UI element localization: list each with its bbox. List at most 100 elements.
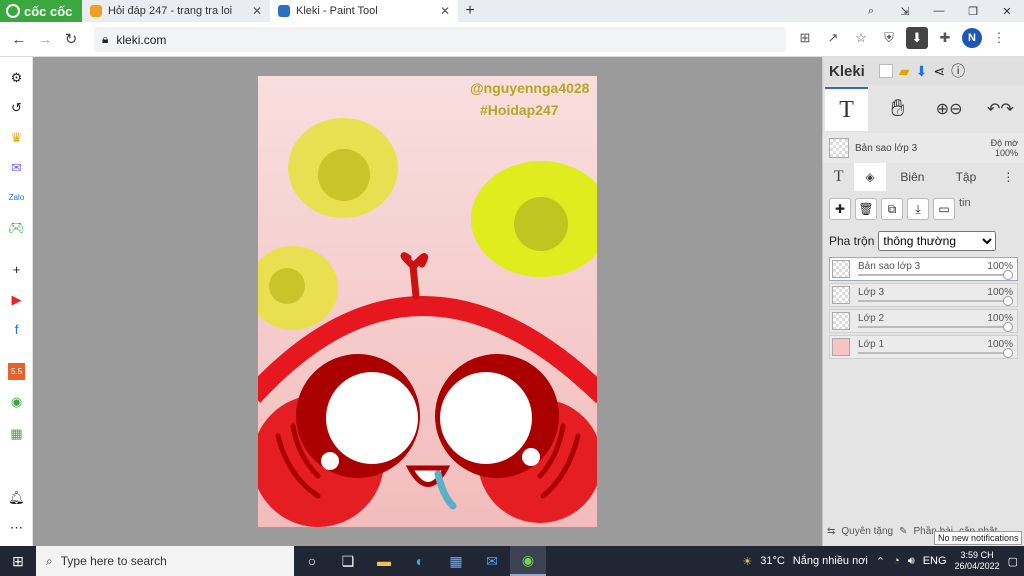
tab-file[interactable]: Tập — [939, 163, 992, 191]
new-tab-button[interactable]: + — [458, 0, 482, 22]
extensions-icon[interactable]: ✚ — [934, 27, 956, 49]
zoom-in-icon[interactable]: ⊕ — [936, 99, 949, 119]
bookmark-star-icon[interactable]: ☆ — [850, 27, 872, 49]
settings-gear-icon[interactable]: ⚙ — [8, 69, 25, 86]
layer-opacity-slider[interactable] — [858, 300, 1011, 302]
restore-icon[interactable]: ❐ — [956, 0, 990, 22]
rename-layer-icon[interactable]: ▭ — [933, 198, 955, 220]
crown-icon[interactable]: ♛ — [8, 129, 25, 146]
minimize-icon[interactable]: — — [922, 0, 956, 22]
close-tab-icon[interactable]: ✕ — [440, 4, 450, 18]
history-button[interactable]: ↶ ↷ — [979, 87, 1022, 131]
eye-left-sparkle — [321, 452, 339, 470]
layer-item[interactable]: Lớp 2 100% — [829, 309, 1018, 333]
zoom-out-icon[interactable]: ⊖ — [949, 99, 962, 119]
search-icon: ⌕ — [46, 553, 53, 568]
messenger-icon[interactable]: ✉ — [8, 159, 25, 176]
share-icon[interactable]: ↗ — [822, 27, 844, 49]
cortana-icon[interactable]: ○ — [294, 546, 330, 576]
tab-text[interactable]: T — [823, 163, 854, 191]
network-icon[interactable]: ◔ — [893, 555, 900, 567]
layer-item[interactable]: Bản sao lớp 3 100% — [829, 257, 1018, 281]
shop-icon[interactable]: 5.5 — [8, 363, 25, 380]
sheet-icon[interactable]: ▦ — [8, 425, 25, 442]
active-layer-name: Bản sao lớp 3 — [855, 142, 918, 154]
donate-link[interactable]: Quyên tặng — [841, 526, 893, 537]
hand-tool-button[interactable]: ✋︎ — [876, 87, 919, 131]
youtube-icon[interactable]: ▶ — [8, 291, 25, 308]
share-icon[interactable]: ⋖ — [933, 63, 945, 80]
translate-icon[interactable]: ⊞ — [794, 27, 816, 49]
close-tab-icon[interactable]: ✕ — [252, 4, 262, 18]
tab-edit[interactable]: Biên — [886, 163, 939, 191]
coccoc-taskbar-icon[interactable]: ◉ — [510, 546, 546, 576]
clock-time: 3:59 CH — [960, 550, 994, 560]
facebook-icon[interactable]: f — [8, 321, 25, 338]
help-icon[interactable]: ⓘ — [951, 61, 965, 81]
history-icon[interactable]: ↺ — [8, 99, 25, 116]
profile-avatar[interactable]: N — [962, 28, 982, 48]
pin-icon[interactable]: ⇲ — [888, 0, 922, 22]
add-layer-icon[interactable]: ✚ — [829, 198, 851, 220]
layer-item[interactable]: Lớp 3 100% — [829, 283, 1018, 307]
tray-chevron-icon[interactable]: ⌃ — [876, 555, 885, 568]
taskbar-search[interactable]: ⌕ Type here to search — [36, 546, 294, 576]
forward-icon[interactable]: → — [32, 31, 58, 48]
slider-knob[interactable] — [1003, 348, 1013, 358]
merge-layer-icon[interactable]: ⤓ — [907, 198, 929, 220]
drawing-canvas[interactable]: @nguyennga4028 #Hoidap247 — [258, 76, 597, 527]
layer-name: Lớp 1 — [858, 339, 885, 350]
redo-icon[interactable]: ↷ — [1000, 99, 1013, 119]
text-tool-button[interactable]: T — [825, 87, 869, 131]
slider-knob[interactable] — [1003, 296, 1013, 306]
clock[interactable]: 3:59 CH 26/04/2022 — [955, 550, 1000, 572]
mail-icon[interactable]: ✉ — [474, 546, 510, 576]
layer-opacity-slider[interactable] — [858, 352, 1011, 354]
edge-icon[interactable]: ◐ — [402, 546, 438, 576]
layer-opacity-slider[interactable] — [858, 274, 1011, 276]
undo-icon[interactable]: ↶ — [987, 99, 1000, 119]
slider-knob[interactable] — [1003, 322, 1013, 332]
windows-start-icon[interactable]: ⊞ — [0, 553, 36, 570]
location-icon[interactable]: ◉ — [8, 393, 25, 410]
slider-knob[interactable] — [1003, 270, 1013, 280]
notifications-icon[interactable]: ▢ — [1008, 555, 1018, 568]
tab-hoidap[interactable]: Hỏi đáp 247 - trang tra loi ✕ — [82, 0, 270, 22]
weather-icon[interactable]: ☀ — [742, 555, 752, 568]
add-icon[interactable]: + — [8, 261, 25, 278]
new-file-icon[interactable] — [878, 64, 893, 78]
close-window-icon[interactable]: ✕ — [990, 0, 1024, 22]
browser-brand[interactable]: cốc cốc — [0, 0, 82, 22]
file-explorer-icon[interactable]: ▬ — [366, 546, 402, 576]
language-indicator[interactable]: ENG — [923, 555, 947, 567]
task-view-icon[interactable]: ❏ — [330, 546, 366, 576]
zalo-icon[interactable]: Zalo — [8, 189, 25, 206]
tab-more[interactable]: ⋮ — [993, 163, 1024, 191]
back-icon[interactable]: ← — [6, 31, 32, 48]
tab-kleki[interactable]: Kleki - Paint Tool ✕ — [270, 0, 458, 22]
duplicate-layer-icon[interactable]: ⧉ — [881, 198, 903, 220]
shield-icon[interactable]: ⛨ — [878, 27, 900, 49]
kleki-logo[interactable]: Kleki — [829, 63, 865, 80]
game-controller-icon[interactable]: 🎮︎ — [8, 219, 25, 236]
layer-opacity-slider[interactable] — [858, 326, 1011, 328]
open-folder-icon[interactable]: ▰ — [899, 63, 910, 80]
search-tabs-icon[interactable]: ⌕ — [854, 0, 888, 22]
download-icon[interactable]: ⬇ — [906, 27, 928, 49]
notification-bell-icon[interactable]: 🔔︎ — [8, 489, 25, 506]
save-download-icon[interactable]: ⬇ — [916, 63, 928, 80]
zoom-button[interactable]: ⊕ ⊖ — [928, 87, 971, 131]
layer-item[interactable]: Lớp 1 100% — [829, 335, 1018, 359]
volume-icon[interactable]: 🔊︎ — [908, 555, 915, 568]
swap-icon[interactable]: ⇆ — [827, 526, 835, 537]
blend-mode-select[interactable]: thông thường — [878, 231, 997, 251]
tab-layers[interactable]: ◈ — [854, 163, 886, 191]
hoidap-favicon-icon — [90, 5, 102, 17]
menu-icon[interactable]: ⋮ — [988, 27, 1010, 49]
store-icon[interactable]: ▦ — [438, 546, 474, 576]
url-field[interactable]: 🔒︎ kleki.com — [94, 27, 786, 52]
window-controls: ⌕ ⇲ — ❐ ✕ — [854, 0, 1024, 22]
reload-icon[interactable]: ↻ — [58, 30, 84, 48]
more-icon[interactable]: ⋯ — [8, 519, 25, 536]
delete-layer-icon[interactable]: 🗑︎ — [855, 198, 877, 220]
